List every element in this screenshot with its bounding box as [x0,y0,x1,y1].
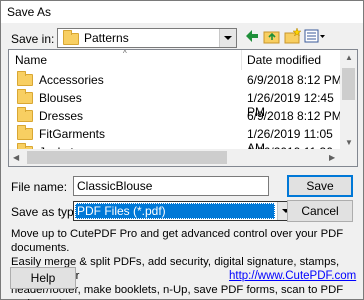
save-in-value: Patterns [84,31,129,45]
folder-icon [63,30,79,45]
new-folder-icon[interactable] [284,27,302,45]
folder-icon [17,125,33,140]
back-arrow-icon[interactable] [244,27,260,45]
save-as-type-value: PDF Files (*.pdf) [75,203,275,219]
list-item[interactable]: Blouses 1/26/2019 12:45 PM [9,89,345,119]
save-button[interactable]: Save [287,175,353,197]
vertical-scrollbar[interactable]: ▲ ▼ [340,50,357,150]
folder-icon [17,89,33,104]
file-name: Accessories [39,73,104,87]
title-bar[interactable]: Save As [1,1,363,23]
up-folder-icon[interactable] [263,27,281,45]
cutepdf-link[interactable]: http://www.CutePDF.com [229,270,356,282]
window-title: Save As [7,5,52,19]
list-item[interactable]: Dresses 6/9/2018 8:12 PM [9,107,345,125]
file-date: 6/9/2018 8:12 PM [247,73,342,87]
save-as-dialog: Save As Save in: Patterns Name ^ Date mo… [0,0,364,300]
scroll-left-icon[interactable]: ◀ [13,153,19,162]
folder-icon [17,107,33,122]
save-as-type-dropdown[interactable]: PDF Files (*.pdf) [73,201,295,221]
view-menu-icon[interactable] [304,27,326,45]
save-in-label: Save in: [11,32,55,46]
file-name-label: File name: [11,180,68,194]
scroll-thumb[interactable] [27,151,227,164]
column-header-date[interactable]: Date modified [241,50,345,70]
scroll-up-icon[interactable]: ▲ [345,53,353,62]
help-button[interactable]: Help [10,267,76,289]
file-name: FitGarments [39,127,106,141]
file-name: Dresses [39,109,84,123]
file-date: 6/9/2018 8:12 PM [247,109,342,123]
sort-arrow-icon: ^ [123,49,127,58]
scroll-down-icon[interactable]: ▼ [345,138,353,147]
cancel-button[interactable]: Cancel [287,200,353,222]
file-name-field[interactable]: ClassicBlouse [73,176,269,196]
scroll-right-icon[interactable]: ▶ [329,153,335,162]
folder-icon [17,71,33,86]
promo-text: Move up to CutePDF Pro and get advanced … [11,227,359,300]
scroll-thumb[interactable] [342,68,355,100]
list-item[interactable]: FitGarments 1/26/2019 11:05 AM [9,125,345,155]
list-item[interactable]: Accessories 6/9/2018 8:12 PM [9,71,345,89]
file-list[interactable]: Name ^ Date modified Accessories 6/9/201… [8,49,358,167]
chevron-down-icon[interactable] [219,29,236,47]
horizontal-scrollbar[interactable]: ◀ ▶ [9,149,357,166]
save-in-dropdown[interactable]: Patterns [57,28,237,48]
file-name: Blouses [39,91,82,105]
promo-line: Move up to CutePDF Pro and get advanced … [11,228,344,254]
